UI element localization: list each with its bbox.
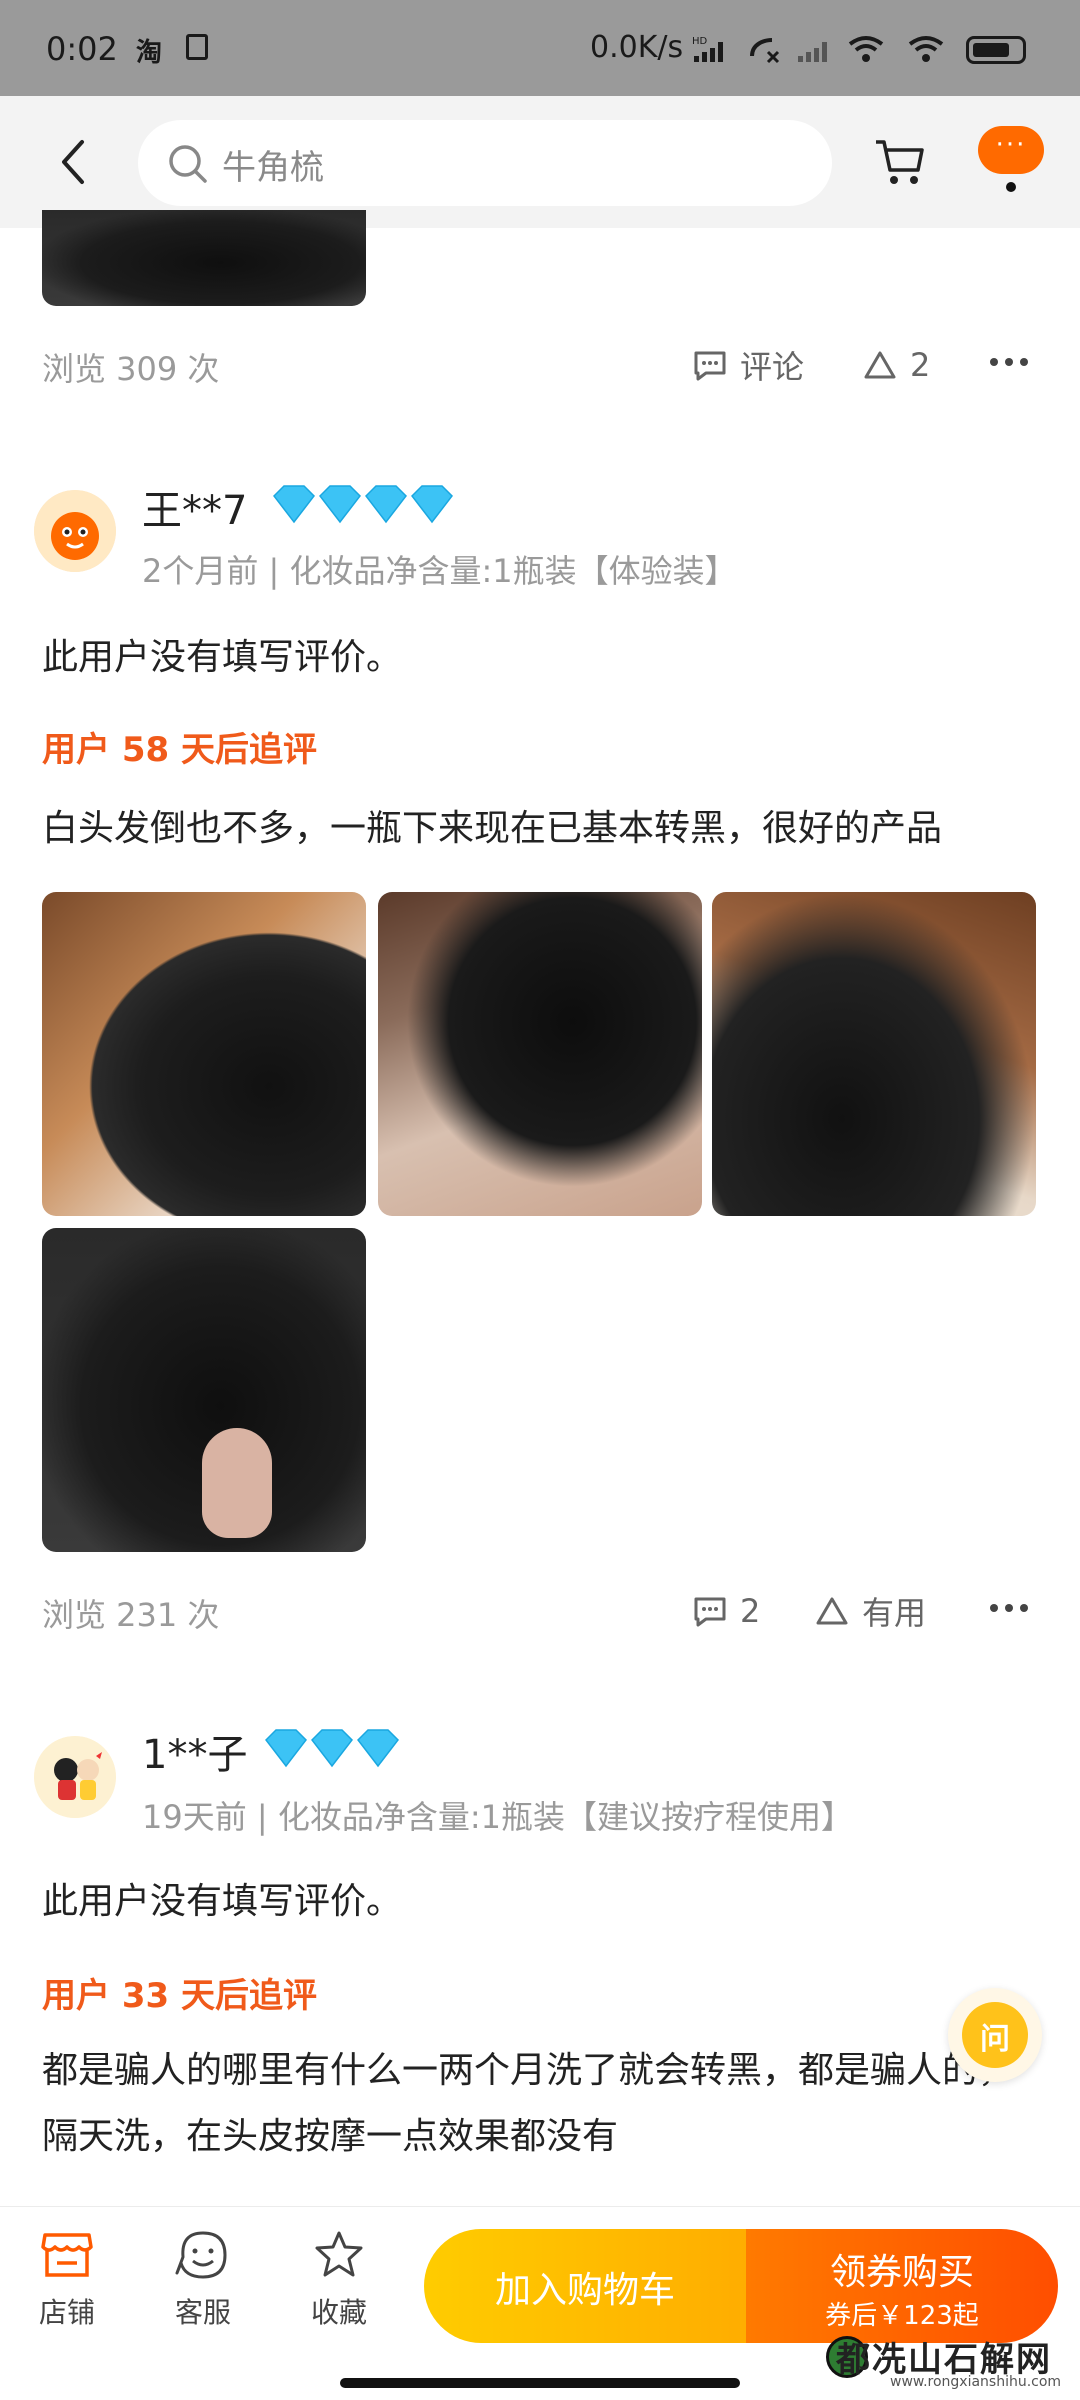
comment-icon — [694, 1597, 726, 1627]
status-bar: 0:02 淘 0.0K/s HD — [0, 0, 1080, 96]
search-input[interactable]: 牛角梳 — [138, 120, 832, 206]
service-label: 客服 — [174, 2296, 231, 2329]
favorite-button[interactable]: 收藏 — [284, 2229, 394, 2349]
triangle-up-icon — [864, 351, 896, 379]
favorite-label: 收藏 — [310, 2296, 367, 2329]
add-to-cart-label: 加入购物车 — [494, 2270, 675, 2311]
star-icon — [315, 2231, 363, 2277]
review-photo[interactable] — [42, 210, 366, 306]
more-options-icon[interactable] — [984, 342, 1034, 382]
shop-icon — [41, 2233, 93, 2277]
like-count: 2 — [910, 346, 931, 384]
shop-button[interactable]: 店铺 — [12, 2229, 122, 2349]
coupon-buy-button[interactable]: 领券购买 券后￥123起 — [746, 2229, 1058, 2343]
review-photo[interactable] — [712, 892, 1036, 1216]
comment-icon — [694, 351, 726, 381]
add-to-cart-button[interactable]: 加入购物车 — [424, 2229, 746, 2343]
triangle-up-icon — [816, 1597, 848, 1625]
sim-icon — [186, 34, 208, 60]
search-icon — [169, 145, 207, 183]
buy-label: 领券购买 — [829, 2252, 974, 2293]
wifi-icon — [908, 36, 944, 62]
avatar-mascot-icon — [34, 490, 116, 572]
avatar[interactable] — [34, 490, 116, 572]
review-photo[interactable] — [378, 892, 702, 1216]
more-menu-button[interactable]: ··· — [978, 126, 1044, 192]
diamond-rank-icon — [273, 485, 453, 524]
header-bar: 牛角梳 ··· — [0, 96, 1080, 228]
review-photo[interactable] — [42, 892, 366, 1216]
call-forward-icon — [750, 38, 780, 64]
buy-price-label: 券后￥123起 — [825, 2301, 979, 2331]
network-speed: 0.0K/s — [590, 30, 684, 65]
review-photo[interactable] — [42, 1228, 366, 1552]
signal-weak-icon — [798, 42, 827, 62]
diamond-rank-icon — [265, 1729, 399, 1768]
status-time: 0:02 — [46, 30, 118, 68]
username: 王**7 — [142, 488, 248, 534]
avatar[interactable] — [34, 1736, 116, 1818]
customer-service-button[interactable]: 客服 — [148, 2229, 258, 2349]
ask-button[interactable]: 问 — [948, 1988, 1042, 2082]
shop-label: 店铺 — [38, 2296, 95, 2329]
signal-hd-icon: HD — [692, 36, 723, 62]
svg-text:HD: HD — [692, 36, 708, 47]
review-meta: 19天前 | 化妆品净含量:1瓶装【建议按疗程使用】 — [142, 1798, 853, 1836]
views-count: 浏览 231 次 — [42, 1596, 220, 1634]
review-text: 此用户没有填写评价。 — [42, 1881, 403, 1922]
followup-label: 用户 58 天后追评 — [42, 730, 317, 770]
ask-label: 问 — [980, 2022, 1010, 2057]
username: 1**子 — [142, 1732, 248, 1778]
views-count: 浏览 309 次 — [42, 350, 220, 388]
more-options-icon[interactable] — [984, 1588, 1034, 1628]
comment-button[interactable]: 2 — [690, 1586, 760, 1636]
home-indicator[interactable] — [340, 2378, 740, 2388]
like-button[interactable]: 2 — [860, 340, 930, 390]
notification-dot — [1006, 182, 1016, 192]
useful-button[interactable]: 有用 — [812, 1586, 926, 1636]
cart-icon[interactable] — [872, 136, 928, 188]
service-smile-icon — [175, 2231, 227, 2279]
comment-label: 评论 — [740, 348, 805, 386]
review-stats-row: 浏览 309 次 评论 2 — [0, 332, 1080, 402]
search-query: 牛角梳 — [222, 148, 324, 188]
review-meta: 2个月前 | 化妆品净含量:1瓶装【体验装】 — [142, 552, 737, 590]
followup-label: 用户 33 天后追评 — [42, 1976, 317, 2016]
followup-text: 都是骗人的哪里有什么一两个月洗了就会转黑，都是骗人的，隔天洗，在头皮按摩一点效果… — [42, 2050, 1015, 2157]
watermark-url: www.rongxianshihu.com — [890, 2374, 1062, 2390]
comment-count: 2 — [740, 1592, 761, 1630]
avatar-cartoon-icon — [34, 1736, 116, 1818]
followup-text: 白头发倒也不多，一瓶下来现在已基本转黑，很好的产品 — [42, 808, 943, 849]
comment-button[interactable]: 评论 — [690, 340, 804, 390]
back-arrow-icon[interactable] — [52, 132, 96, 192]
battery-icon — [966, 36, 1026, 64]
wifi-plus-icon — [848, 36, 884, 62]
review-text: 此用户没有填写评价。 — [42, 637, 403, 678]
review-stats-row: 浏览 231 次 2 有用 — [0, 1578, 1080, 1648]
taobao-notification-icon: 淘 — [136, 38, 163, 68]
useful-label: 有用 — [862, 1594, 927, 1632]
more-dots-icon: ··· — [995, 130, 1027, 160]
